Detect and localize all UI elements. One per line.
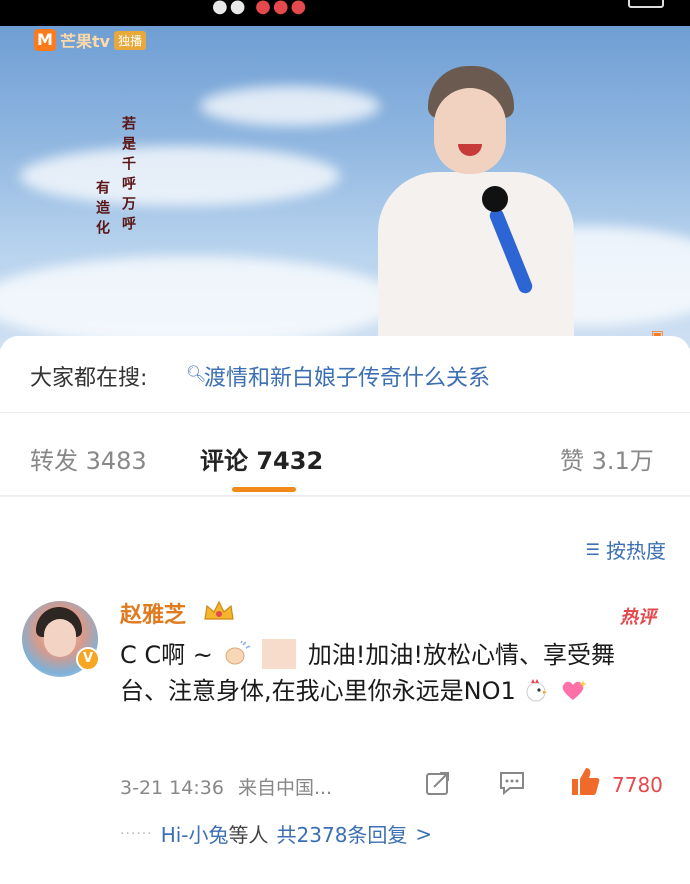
comment-timestamp: 3-21 14:36 — [120, 777, 224, 799]
battery-icon — [628, 0, 664, 8]
lyrics-overlay: 若是千呼万呼 有造化 — [92, 116, 138, 240]
comment-username[interactable]: 赵雅芝 — [120, 597, 186, 629]
tab-likes[interactable]: 赞 3.1万 — [560, 441, 654, 476]
tab-comments[interactable]: 评论 7432 — [200, 441, 323, 476]
comment-meta: 3-21 14:36 来自中国... — [120, 773, 332, 800]
rooster-icon — [526, 679, 548, 702]
sort-icon: ☰ — [585, 540, 600, 559]
verified-badge-icon: V — [76, 647, 100, 671]
lyric-line: 若是千呼万呼 — [120, 116, 136, 236]
share-icon[interactable] — [424, 769, 452, 797]
comment-body: C C啊 ~ 加油!加油!放松心情、享受舞台、注意身体,在我心里你永远是NO1 — [120, 637, 660, 709]
replies-first-user[interactable]: Hi-小兔 — [161, 819, 229, 848]
tab-reposts[interactable]: 转发 3483 — [30, 441, 147, 476]
video-player[interactable]: M 芒果tv 独播 若是千呼万呼 有造化 ▣ — [0, 26, 690, 348]
sort-label: 按热度 — [606, 539, 666, 563]
crown-icon — [204, 600, 234, 620]
comment-source: 来自中国... — [237, 777, 333, 799]
sort-button[interactable]: ☰ 按热度 — [586, 535, 666, 564]
replies-dots: ······ — [120, 825, 153, 842]
singer-figure — [372, 66, 574, 348]
search-suggestion-link[interactable]: 渡情和新白娘子传奇什么关系 — [204, 360, 490, 392]
hot-comment-badge: 热评 — [620, 607, 656, 628]
replies-summary-mid: 等人 — [228, 823, 269, 847]
lyric-line: 有造化 — [94, 180, 110, 240]
replies-count[interactable]: 共2378条回复 — [277, 819, 408, 848]
search-suggestion-card: 大家都在搜: 🔍︎ 渡情和新白娘子传奇什么关系 — [0, 336, 690, 412]
comments-section: ☰ 按热度 V 赵雅芝 热评 C C啊 ~ 加油!加油!放松心情、享受舞台、注意… — [0, 497, 690, 884]
cloud-shape — [20, 146, 340, 206]
tab-bar: 转发 3483 评论 7432 赞 3.1万 — [0, 412, 690, 496]
comment-text-prefix: C C啊 ~ — [120, 641, 213, 669]
chevron-right-icon: > — [415, 821, 433, 846]
sparkling-heart-icon — [562, 680, 588, 700]
replies-summary-link[interactable]: ······ Hi-小兔 等人 共2378条回复 > — [120, 819, 432, 848]
clapping-hands-icon — [225, 641, 250, 665]
mango-logo-icon: M — [34, 29, 56, 51]
cloud-shape — [0, 256, 400, 346]
logo-badge: 独播 — [114, 30, 147, 50]
redacted-emoji — [262, 639, 297, 669]
mango-tv-logo: M 芒果tv 独播 — [34, 28, 147, 52]
status-indicators: ●● ●●● — [212, 0, 309, 17]
logo-text: 芒果tv — [60, 32, 111, 51]
like-icon[interactable] — [568, 765, 602, 799]
cloud-shape — [200, 86, 380, 126]
search-suggestion-label: 大家都在搜: — [30, 366, 148, 391]
status-bar: ●● ●●● — [0, 0, 690, 26]
active-tab-indicator — [232, 487, 296, 492]
comment-icon[interactable] — [498, 769, 526, 797]
like-count: 7780 — [612, 773, 663, 797]
